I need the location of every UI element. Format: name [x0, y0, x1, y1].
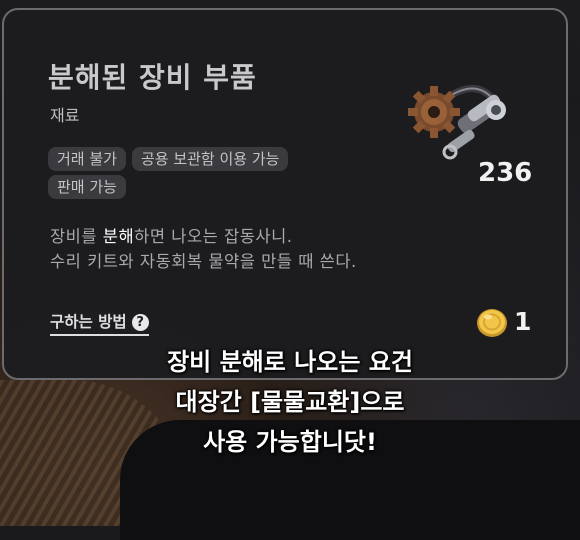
caption-line-2: 대장간 [물물교환]으로 [175, 388, 405, 416]
item-description: 장비를 분해하면 나오는 잡동사니. 수리 키트와 자동회복 물약을 만들 때 … [50, 227, 357, 271]
item-tooltip-panel: 분해된 장비 부품 재료 거래 불가 공용 보관함 이용 가능 판매 가능 장비를… [2, 8, 568, 380]
sell-price: 1 [514, 307, 532, 336]
gold-coin-icon [477, 309, 507, 337]
tag-untradable: 거래 불가 [48, 147, 126, 171]
item-name: 분해된 장비 부품 [48, 61, 257, 94]
help-icon[interactable]: ? [131, 314, 149, 331]
tag-sellable: 판매 가능 [48, 175, 126, 199]
item-tags: 거래 불가 공용 보관함 이용 가능 판매 가능 [48, 147, 368, 203]
description-highlight: 분해 [102, 227, 135, 246]
caption-line-3: 사용 가능합니닷! [203, 428, 377, 456]
item-count: 236 [478, 158, 533, 188]
caption-overlay: 장비 분해로 나오는 요건 대장간 [물물교환]으로 사용 가능합니닷! [0, 342, 580, 462]
caption-line-1: 장비 분해로 나오는 요건 [167, 348, 413, 376]
how-to-obtain-link[interactable]: 구하는 방법? [50, 310, 149, 336]
tag-shared-storage: 공용 보관함 이용 가능 [131, 147, 289, 171]
item-category: 재료 [50, 106, 80, 125]
